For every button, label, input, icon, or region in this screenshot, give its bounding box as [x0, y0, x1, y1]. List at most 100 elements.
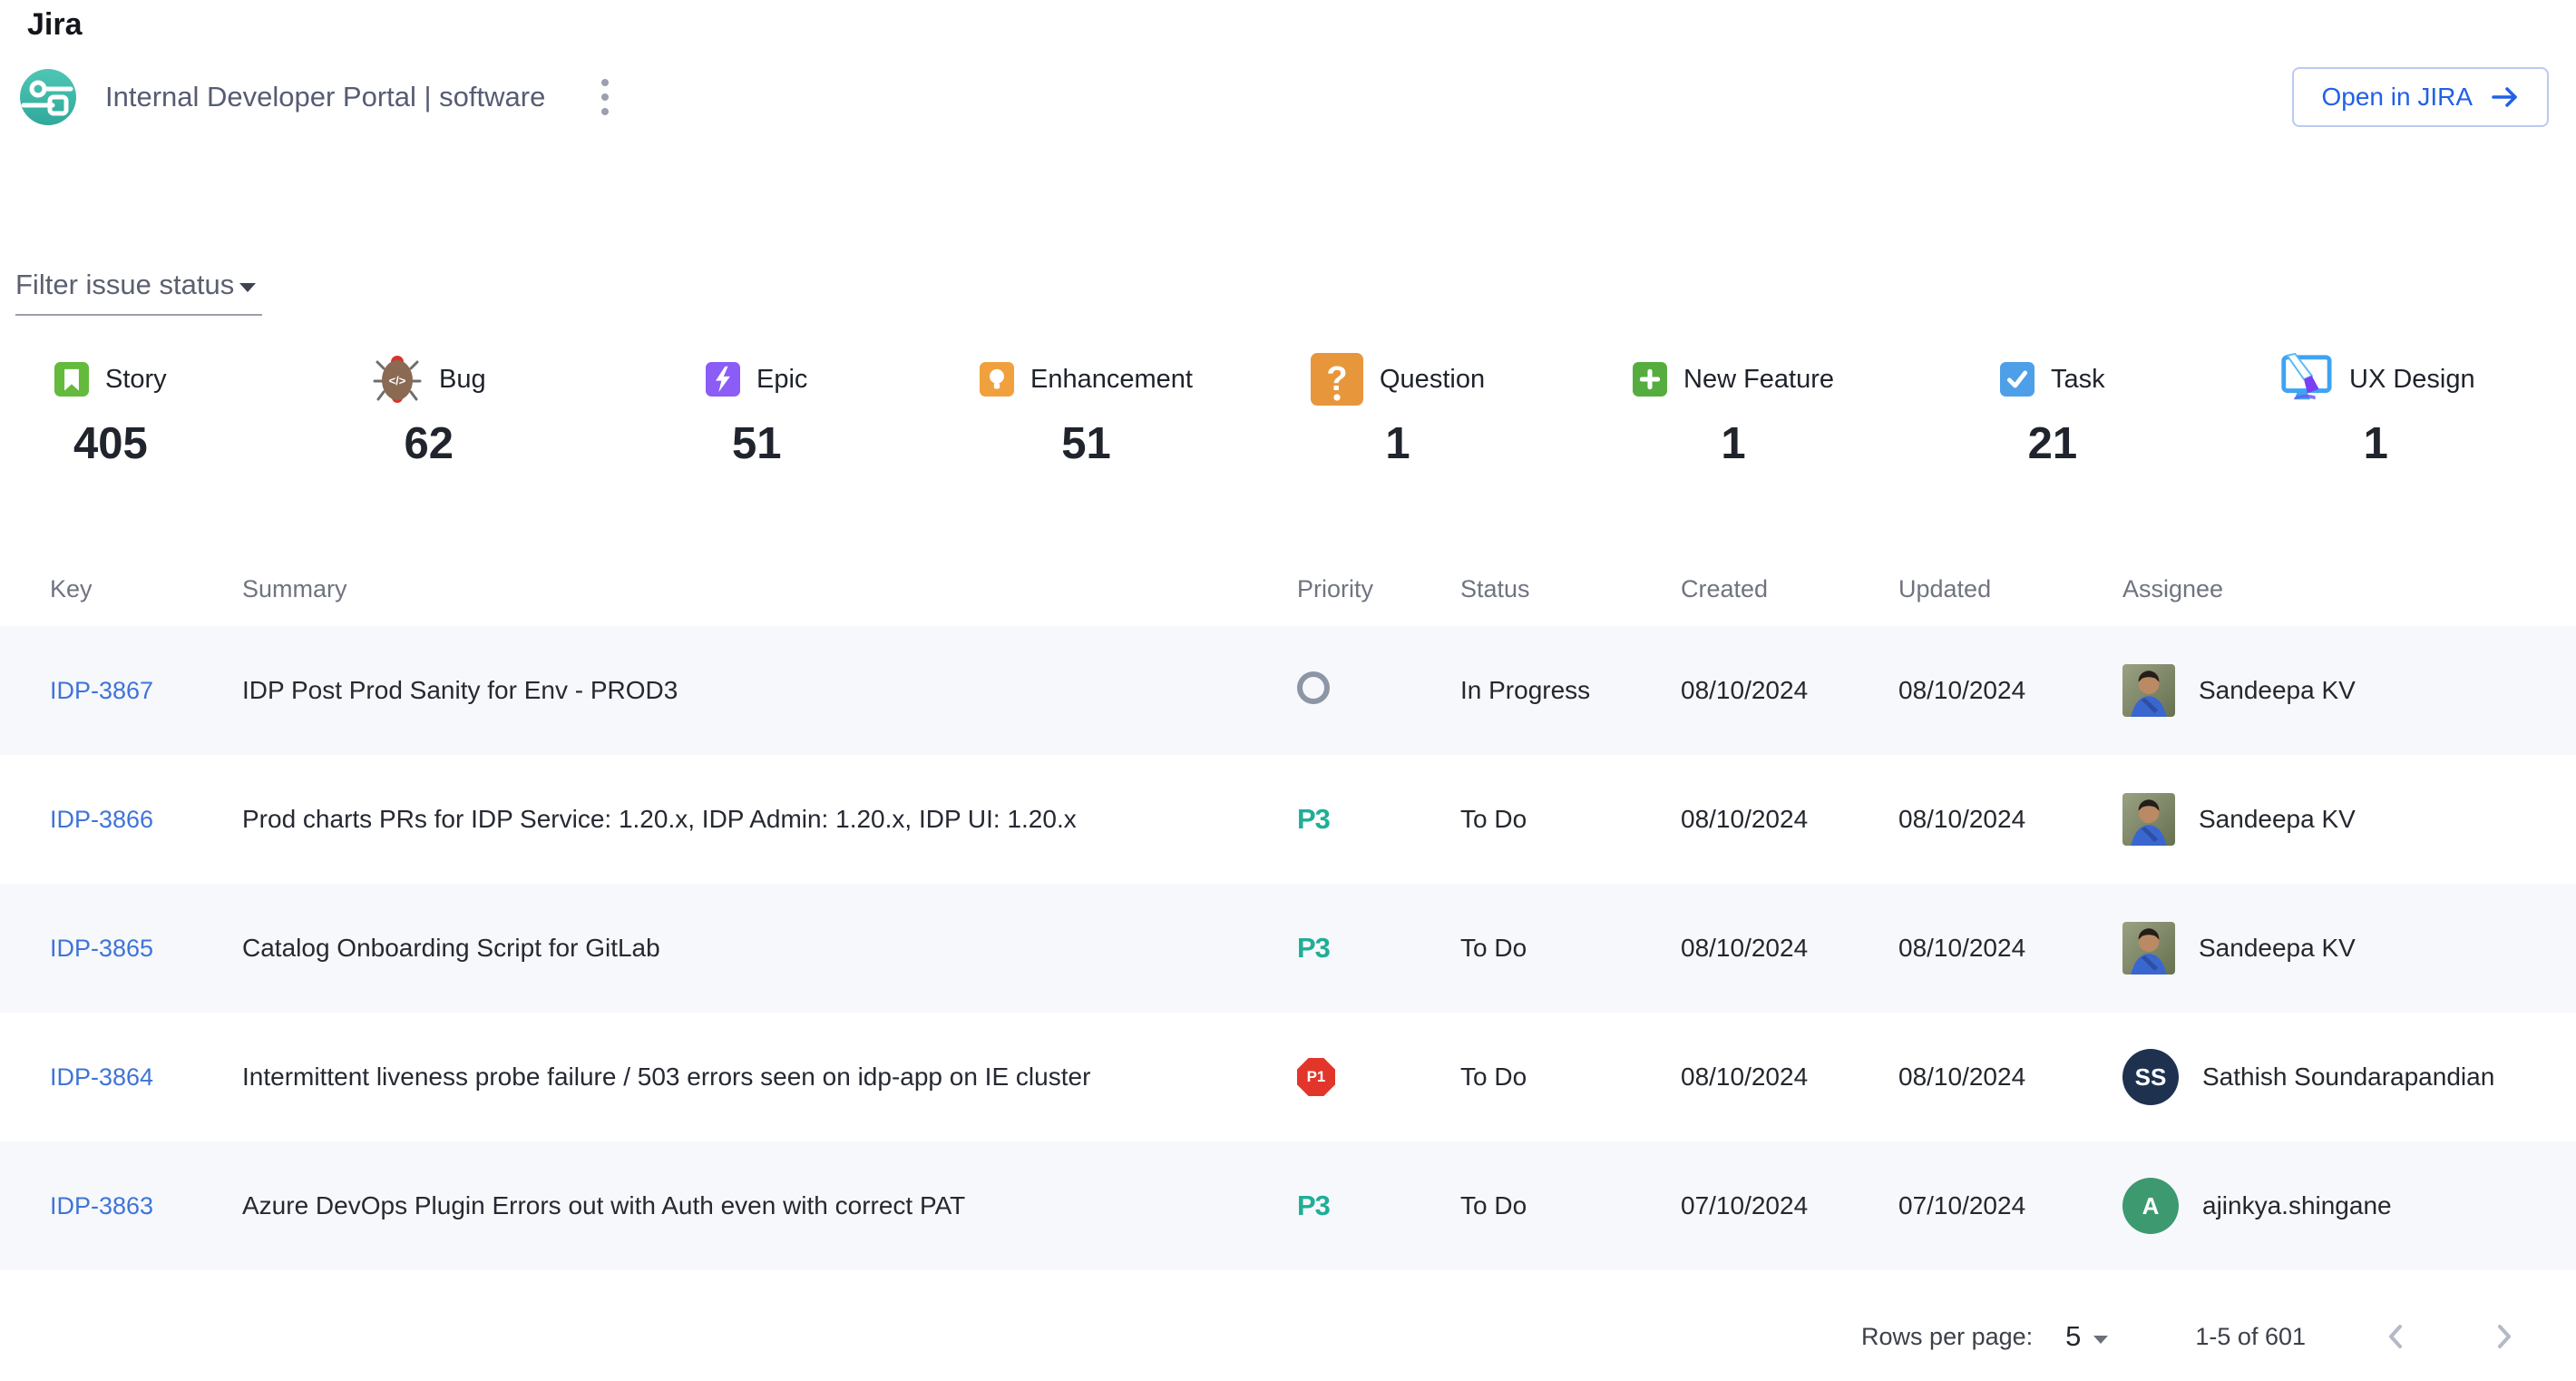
assignee-cell: Sandeepa KV — [2122, 922, 2576, 975]
entity-name: Internal Developer Portal | software — [105, 81, 545, 113]
prev-page-button[interactable] — [2376, 1316, 2415, 1357]
issue-type-label: New Feature — [1683, 365, 1834, 395]
pagination-range: 1-5 of 601 — [2195, 1323, 2306, 1351]
rows-per-page-select[interactable]: 5 — [2065, 1320, 2108, 1353]
priority-cell — [1297, 671, 1460, 710]
assignee-cell: Sandeepa KV — [2122, 793, 2576, 846]
table-row: IDP-3865 Catalog Onboarding Script for Gi… — [0, 884, 2576, 1013]
issue-type-count: 1 — [2277, 418, 2475, 469]
issue-type-count: 21 — [2000, 418, 2105, 469]
created-date: 07/10/2024 — [1681, 1191, 1898, 1220]
issue-type-label: Task — [2051, 365, 2105, 395]
created-date: 08/10/2024 — [1681, 1063, 1898, 1092]
assignee-name: Sandeepa KV — [2199, 676, 2356, 705]
issue-summary: Prod charts PRs for IDP Service: 1.20.x,… — [242, 805, 1297, 834]
issue-summary: IDP Post Prod Sanity for Env - PROD3 — [242, 676, 1297, 705]
status-text: In Progress — [1460, 676, 1681, 705]
open-in-jira-button[interactable]: Open in JIRA — [2292, 67, 2549, 127]
assignee-avatar-initials: SS — [2122, 1049, 2179, 1105]
column-header-assignee: Assignee — [2122, 575, 2576, 603]
column-header-key: Key — [50, 575, 242, 603]
issue-type-count: 1 — [1311, 418, 1485, 469]
table-row: IDP-3866 Prod charts PRs for IDP Service:… — [0, 755, 2576, 884]
bug-icon: </> — [372, 354, 423, 405]
assignee-name: Sathish Soundarapandian — [2202, 1063, 2494, 1092]
new-feature-icon — [1633, 362, 1667, 397]
rows-per-page-value: 5 — [2065, 1320, 2081, 1353]
issue-summary: Catalog Onboarding Script for GitLab — [242, 934, 1297, 963]
issue-key-link[interactable]: IDP-3865 — [50, 935, 153, 962]
arrow-right-icon — [2491, 85, 2520, 109]
issue-summary: Azure DevOps Plugin Errors out with Auth… — [242, 1191, 1297, 1220]
entity-header: Internal Developer Portal | software Ope… — [20, 65, 2549, 129]
priority-none-ring-icon — [1297, 671, 1330, 704]
table-header-row: KeySummaryPriorityStatusCreatedUpdatedAs… — [0, 552, 2576, 626]
issue-type-count: 51 — [706, 418, 807, 469]
enhancement-icon — [980, 362, 1014, 397]
issue-type-tile-bug: </> Bug 62 — [372, 349, 486, 469]
updated-date: 08/10/2024 — [1898, 676, 2122, 705]
page-title: Jira — [27, 7, 83, 43]
filter-issue-status-label: Filter issue status — [15, 269, 234, 301]
table-row: IDP-3864Intermittent liveness probe fail… — [0, 1013, 2576, 1141]
chevron-down-icon — [239, 283, 256, 292]
issue-type-label: UX Design — [2349, 365, 2475, 395]
priority-cell: P1 — [1297, 1058, 1460, 1096]
entity-logo-icon — [20, 69, 76, 125]
issues-table: KeySummaryPriorityStatusCreatedUpdatedAs… — [0, 552, 2576, 1270]
chevron-down-icon — [2093, 1336, 2108, 1344]
issue-type-label: Bug — [439, 365, 486, 395]
assignee-name: Sandeepa KV — [2199, 805, 2356, 834]
updated-date: 07/10/2024 — [1898, 1191, 2122, 1220]
priority-p3-label: P3 — [1297, 803, 1330, 835]
filter-issue-status-select[interactable]: Filter issue status — [15, 269, 262, 316]
kebab-menu-icon[interactable] — [592, 70, 618, 124]
issue-type-count: 405 — [54, 418, 167, 469]
assignee-cell: Sandeepa KV — [2122, 664, 2576, 717]
priority-p3-label: P3 — [1297, 1190, 1330, 1221]
assignee-name: Sandeepa KV — [2199, 934, 2356, 963]
status-text: To Do — [1460, 1063, 1681, 1092]
assignee-cell: SS Sathish Soundarapandian — [2122, 1049, 2576, 1105]
updated-date: 08/10/2024 — [1898, 934, 2122, 963]
issue-type-tile-enhancement: Enhancement 51 — [980, 349, 1193, 469]
task-icon — [2000, 362, 2034, 397]
issue-type-summary: Story405 </> Bug 62 Epic 51 Enhancement 51 ?Qu… — [0, 349, 2576, 476]
issue-type-tile-story: Story405 — [54, 349, 167, 469]
issue-type-tile-question: ?Question1 — [1311, 349, 1485, 469]
issue-type-count: 62 — [372, 418, 486, 469]
chevron-right-icon — [2491, 1321, 2518, 1352]
table-row: IDP-3863 Azure DevOps Plugin Errors out w… — [0, 1141, 2576, 1270]
table-row: IDP-3867 IDP Post Prod Sanity for Env - P… — [0, 626, 2576, 755]
issue-type-count: 51 — [980, 418, 1193, 469]
svg-text:?: ? — [1326, 360, 1347, 398]
priority-cell: P3 — [1297, 803, 1460, 836]
chevron-left-icon — [2382, 1321, 2409, 1352]
column-header-status: Status — [1460, 575, 1681, 603]
svg-text:</>: </> — [389, 374, 406, 387]
priority-p3-label: P3 — [1297, 932, 1330, 964]
assignee-avatar-photo — [2122, 793, 2175, 846]
issue-type-tile-new-feature: New Feature 1 — [1633, 349, 1834, 469]
status-text: To Do — [1460, 1191, 1681, 1220]
issue-type-tile-task: Task 21 — [2000, 349, 2105, 469]
issue-type-count: 1 — [1633, 418, 1834, 469]
next-page-button[interactable] — [2485, 1316, 2523, 1357]
issue-type-tile-epic: Epic 51 — [706, 349, 807, 469]
issue-type-label: Enhancement — [1030, 365, 1193, 395]
status-text: To Do — [1460, 805, 1681, 834]
issue-key-link[interactable]: IDP-3864 — [50, 1063, 153, 1091]
priority-p1-badge: P1 — [1297, 1058, 1335, 1096]
assignee-avatar-photo — [2122, 664, 2175, 717]
priority-cell: P3 — [1297, 1190, 1460, 1222]
column-header-updated: Updated — [1898, 575, 2122, 603]
issue-type-tile-ux-design: UX Design 1 — [2277, 349, 2475, 469]
open-in-jira-label: Open in JIRA — [2321, 83, 2473, 112]
issue-key-link[interactable]: IDP-3866 — [50, 806, 153, 833]
issue-key-link[interactable]: IDP-3867 — [50, 677, 153, 704]
issue-type-label: Epic — [756, 365, 807, 395]
issue-key-link[interactable]: IDP-3863 — [50, 1192, 153, 1219]
updated-date: 08/10/2024 — [1898, 1063, 2122, 1092]
updated-date: 08/10/2024 — [1898, 805, 2122, 834]
assignee-name: ajinkya.shingane — [2202, 1191, 2392, 1220]
